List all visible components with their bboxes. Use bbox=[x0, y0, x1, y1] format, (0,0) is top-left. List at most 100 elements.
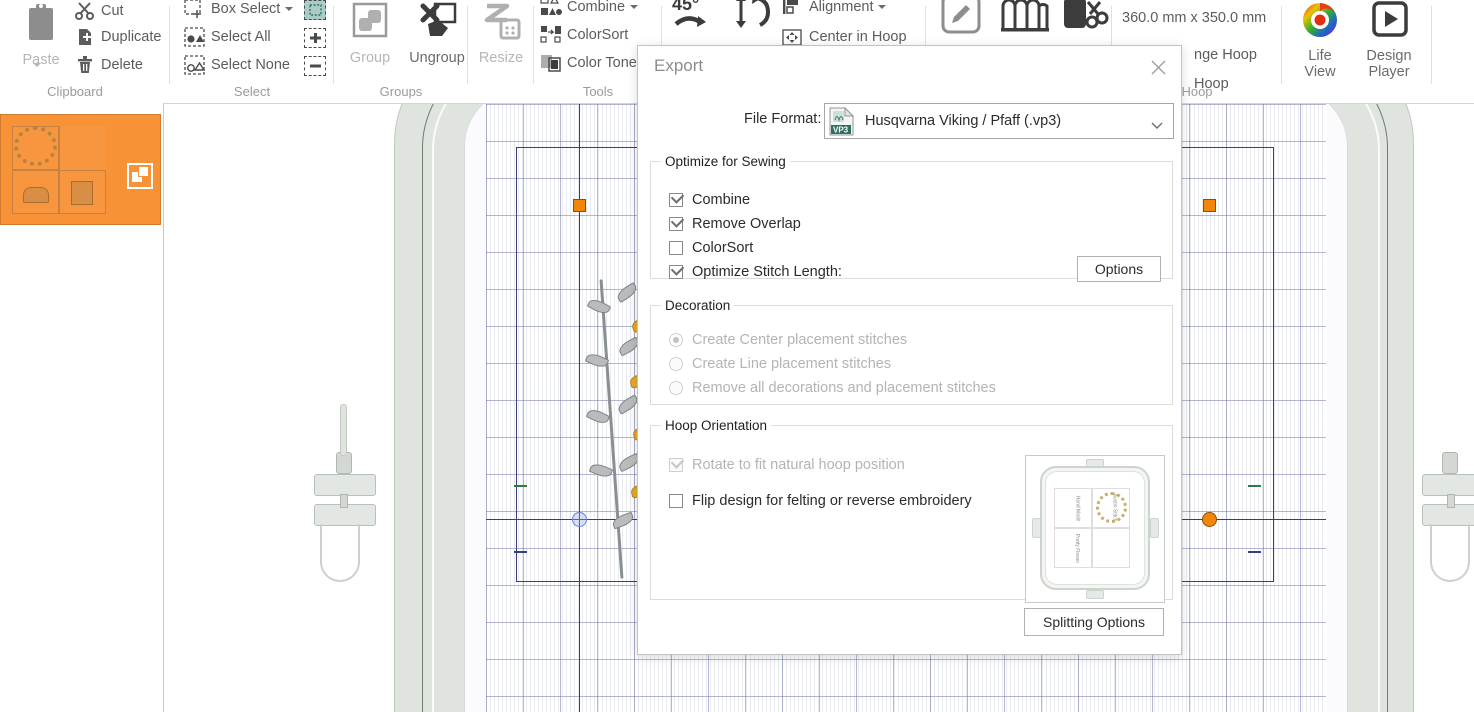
select-none-label: Select None bbox=[211, 57, 290, 73]
hoop-post-left bbox=[340, 404, 347, 456]
copy-icon bbox=[0, 0, 8, 35]
application-window: y Paste bbox=[0, 0, 1474, 712]
decoration-legend: Decoration bbox=[665, 298, 731, 313]
checkbox-box bbox=[669, 455, 685, 472]
svg-text:VP3: VP3 bbox=[833, 125, 849, 134]
radio-remove-all-decorations[interactable]: Remove all decorations and placement sti… bbox=[669, 380, 996, 396]
close-icon[interactable] bbox=[1141, 52, 1175, 82]
select-all-button[interactable]: Select All bbox=[184, 26, 271, 48]
duplicate-label: Duplicate bbox=[101, 29, 162, 45]
resize-handle-top-right[interactable] bbox=[1203, 199, 1216, 212]
chevron-down-icon[interactable] bbox=[1151, 117, 1163, 135]
checkbox-label: Rotate to fit natural hoop position bbox=[692, 457, 905, 473]
hoop-tick-blue bbox=[1248, 551, 1261, 553]
group-indicator bbox=[127, 163, 153, 189]
hoop-clamp-left bbox=[314, 474, 376, 496]
leaf bbox=[586, 296, 612, 317]
chevron-down-icon[interactable] bbox=[285, 7, 294, 11]
file-format-label: File Format: bbox=[744, 111, 822, 127]
chevron-down-icon[interactable] bbox=[630, 5, 639, 9]
design-thumbnail[interactable] bbox=[0, 114, 161, 225]
select-all-icon bbox=[184, 26, 206, 48]
combine-button[interactable]: Combine bbox=[540, 0, 639, 18]
trash-icon bbox=[74, 54, 96, 76]
hoop-preview-cell bbox=[1054, 488, 1092, 528]
checkbox-rotate-natural-hoop[interactable]: Rotate to fit natural hoop position bbox=[669, 455, 905, 473]
box-select-icon bbox=[184, 0, 206, 20]
export-dialog: Export File Format: VP3 Husqvarna Viking… bbox=[637, 45, 1182, 655]
radio-box bbox=[669, 357, 683, 371]
cut-stitch-icon bbox=[1056, 0, 1112, 42]
vine-stem bbox=[599, 279, 624, 579]
splitting-options-button[interactable]: Splitting Options bbox=[1024, 608, 1164, 636]
cut-stitch-button[interactable] bbox=[1056, 0, 1112, 44]
change-hoop-button[interactable]: nge Hoop bbox=[1194, 47, 1257, 63]
resize-handle-top-left[interactable] bbox=[573, 199, 586, 212]
duplicate-button[interactable]: Duplicate bbox=[74, 26, 161, 48]
center-axis-vertical bbox=[579, 104, 580, 712]
box-select-label: Box Select bbox=[211, 1, 281, 17]
group-shapes-icon bbox=[340, 2, 400, 48]
hoop-screw-right bbox=[1442, 452, 1458, 474]
box-select-button[interactable]: Box Select bbox=[184, 0, 294, 20]
alignment-button[interactable]: Alignment bbox=[782, 0, 887, 18]
radio-label: Create Line placement stitches bbox=[692, 356, 892, 372]
paste-button[interactable]: Paste bbox=[14, 2, 68, 68]
colortone-icon bbox=[540, 52, 562, 74]
radio-create-center-placement[interactable]: Create Center placement stitches bbox=[669, 332, 907, 348]
group-button[interactable]: Group bbox=[340, 2, 400, 66]
optimize-for-sewing-group: Optimize for Sewing Combine Remove Overl… bbox=[650, 154, 1173, 282]
edit-pencil-button[interactable] bbox=[934, 0, 988, 44]
select-subtract-button[interactable] bbox=[304, 56, 326, 76]
hoop-size-label: 360.0 mm x 350.0 mm bbox=[1122, 10, 1267, 26]
checkbox-box bbox=[669, 494, 683, 508]
checkbox-remove-overlap[interactable]: Remove Overlap bbox=[669, 214, 801, 232]
check-icon bbox=[670, 262, 685, 276]
checkbox-flip-design[interactable]: Flip design for felting or reverse embro… bbox=[669, 493, 972, 509]
select-all-label: Select All bbox=[211, 29, 271, 45]
select-add-button[interactable] bbox=[304, 28, 326, 48]
text-motif-a bbox=[23, 187, 49, 203]
radio-box bbox=[669, 333, 683, 347]
stitch-wave-icon bbox=[996, 0, 1052, 42]
life-view-label-line1: Life bbox=[1308, 48, 1332, 64]
stitch-wave-button[interactable] bbox=[996, 0, 1052, 44]
resize-button[interactable]: Resize bbox=[468, 2, 534, 66]
colorsort-button[interactable]: ColorSort bbox=[540, 24, 628, 46]
file-format-select[interactable]: VP3 Husqvarna Viking / Pfaff (.vp3) bbox=[824, 103, 1174, 139]
dialog-title: Export bbox=[654, 56, 704, 75]
select-none-button[interactable]: Select None bbox=[184, 54, 290, 76]
options-button[interactable]: Options bbox=[1077, 256, 1161, 282]
cut-button[interactable]: Cut bbox=[74, 0, 124, 22]
checkbox-label: Optimize Stitch Length: bbox=[692, 264, 842, 280]
rotate-45-button[interactable]: 45° bbox=[668, 0, 724, 40]
checkbox-combine[interactable]: Combine bbox=[669, 190, 750, 208]
checkbox-optimize-stitch-length[interactable]: Optimize Stitch Length: bbox=[669, 262, 842, 280]
alignment-icon bbox=[782, 0, 804, 18]
combine-label: Combine bbox=[567, 0, 626, 15]
hoop-preview-cell bbox=[1054, 528, 1092, 568]
ribbon-group-clipboard: y Paste bbox=[0, 0, 170, 102]
combine-icon bbox=[540, 0, 562, 18]
delete-button[interactable]: Delete bbox=[74, 54, 143, 76]
ribbon-group-view: Life View Design Player bbox=[1282, 0, 1474, 102]
radio-box bbox=[669, 381, 683, 395]
checkbox-colorsort[interactable]: ColorSort bbox=[669, 240, 753, 256]
paste-dropdown-caret[interactable] bbox=[33, 63, 41, 67]
clipboard-group-label: Clipboard bbox=[47, 84, 103, 99]
hoop-orientation-preview: Austin Stitch Hand Made Pretty Flower bbox=[1025, 455, 1165, 603]
flip-button[interactable] bbox=[728, 0, 776, 40]
chevron-down-icon[interactable] bbox=[878, 5, 887, 9]
center-handle[interactable] bbox=[1202, 512, 1217, 527]
select-replace-button[interactable] bbox=[304, 0, 326, 20]
design-player-button[interactable]: Design Player bbox=[1356, 0, 1422, 80]
life-view-button[interactable]: Life View bbox=[1292, 0, 1348, 80]
colortone-button[interactable]: Color Tone bbox=[540, 52, 637, 74]
duplicate-icon bbox=[74, 26, 96, 48]
play-icon bbox=[1356, 0, 1422, 46]
thumbnail-cell bbox=[59, 126, 106, 170]
hoop-screw-left bbox=[340, 494, 348, 508]
ungroup-button[interactable]: Ungroup bbox=[400, 2, 474, 66]
radio-create-line-placement[interactable]: Create Line placement stitches bbox=[669, 356, 891, 372]
design-sidebar bbox=[0, 103, 164, 712]
